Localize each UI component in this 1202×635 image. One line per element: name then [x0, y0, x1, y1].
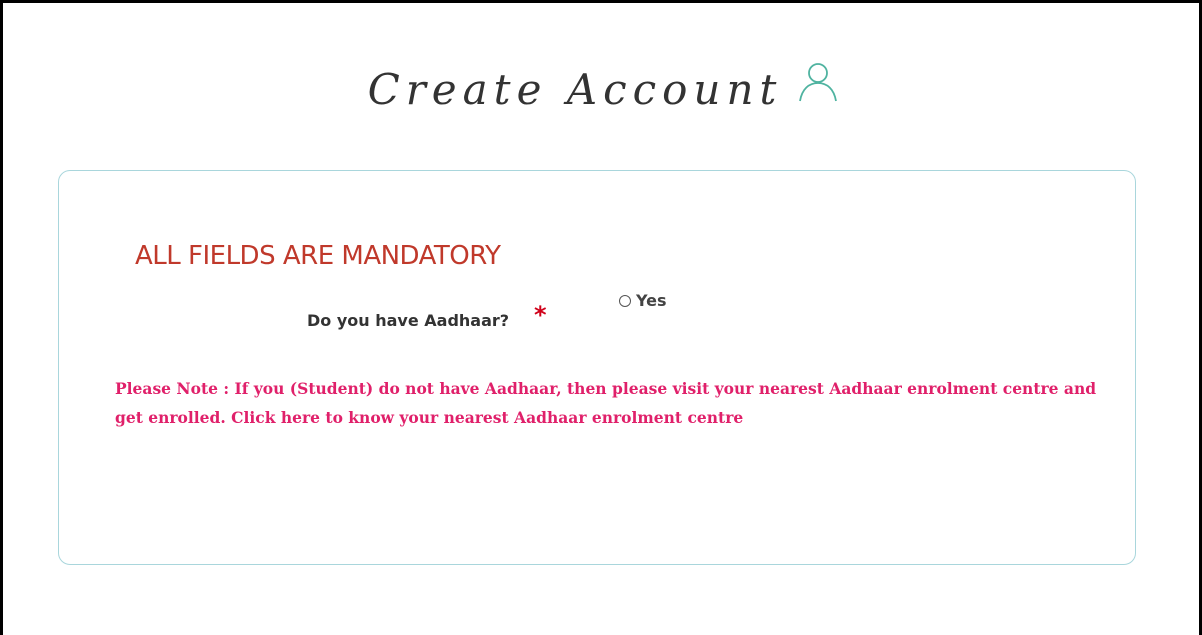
aadhaar-yes-option[interactable]: Yes	[619, 291, 667, 310]
user-outline-icon	[796, 59, 840, 108]
enrolment-centre-link[interactable]: Click here to know your nearest Aadhaar …	[231, 408, 743, 427]
mandatory-notice: ALL FIELDS ARE MANDATORY	[135, 241, 501, 271]
page-frame: Create Account ALL FIELDS ARE MANDATORY …	[0, 0, 1202, 635]
page-header: Create Account	[3, 63, 1202, 114]
required-marker: *	[534, 301, 547, 329]
aadhaar-note: Please Note : If you (Student) do not ha…	[115, 374, 1115, 432]
account-form-card: ALL FIELDS ARE MANDATORY Do you have Aad…	[58, 170, 1136, 565]
aadhaar-question-label: Do you have Aadhaar?	[307, 311, 510, 330]
aadhaar-yes-label[interactable]: Yes	[636, 291, 667, 310]
page-title: Create Account	[367, 65, 783, 114]
aadhaar-yes-radio[interactable]	[619, 294, 631, 307]
